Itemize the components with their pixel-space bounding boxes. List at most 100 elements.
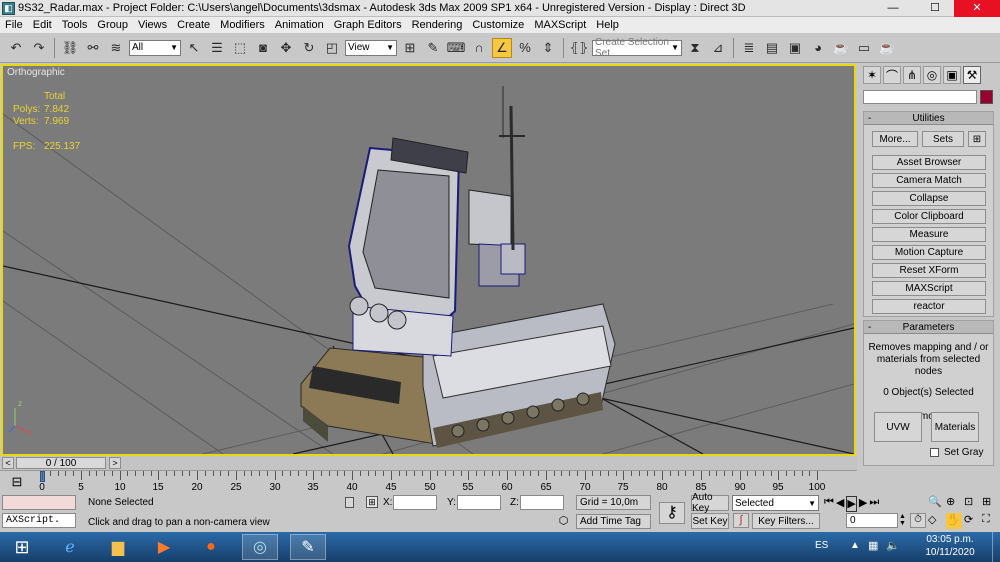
time-tag-icon[interactable]: ⬡ bbox=[557, 515, 570, 528]
modify-tab-icon[interactable]: ⌒ bbox=[883, 66, 901, 84]
clock-date[interactable]: 10/11/2020 bbox=[920, 547, 980, 558]
3dsmax-app-icon[interactable]: ◧ bbox=[2, 1, 15, 15]
materials-button[interactable]: Materials bbox=[931, 412, 979, 442]
open-mini-curve-editor-icon[interactable]: ⊟ bbox=[5, 474, 29, 492]
default-in-out-tangents-icon[interactable]: ∫ bbox=[733, 513, 749, 528]
maxscript-mini-listener[interactable]: AXScript. bbox=[2, 513, 76, 528]
selection-filter-dropdown[interactable]: All ▼ bbox=[129, 39, 181, 56]
set-key-button[interactable]: Set Key bbox=[691, 513, 729, 529]
3dsmax-taskbar-icon[interactable]: ◎ bbox=[242, 534, 278, 560]
viewport-orthographic[interactable]: Orthographic Total Polys: 7.842 Verts: 7… bbox=[1, 64, 856, 456]
menu-views[interactable]: Views bbox=[133, 19, 172, 31]
uvw-button[interactable]: UVW bbox=[874, 412, 922, 442]
current-frame-spinner-icon[interactable]: ▲ ▼ bbox=[899, 513, 907, 528]
firefox-icon[interactable]: ● bbox=[193, 534, 229, 560]
clock-time[interactable]: 03:05 p.m. bbox=[920, 534, 980, 545]
angle-snap-icon[interactable]: ∠ bbox=[492, 37, 512, 58]
menu-group[interactable]: Group bbox=[92, 19, 133, 31]
camera-match-button[interactable]: Camera Match bbox=[872, 173, 986, 188]
next-frame-icon[interactable]: ▶ bbox=[859, 496, 867, 512]
unlink-icon[interactable]: ⚯ bbox=[83, 38, 103, 58]
object-color-swatch[interactable] bbox=[980, 90, 993, 104]
window-crossing-icon[interactable]: ◙ bbox=[253, 38, 273, 58]
pivot-center-icon[interactable]: ⊞ bbox=[400, 38, 420, 58]
select-by-name-icon[interactable]: ☰ bbox=[207, 38, 227, 58]
render-setup-icon[interactable]: ☕ bbox=[831, 38, 851, 58]
bind-space-warp-icon[interactable]: ≋ bbox=[106, 38, 126, 58]
maximize-button[interactable]: ☐ bbox=[920, 0, 950, 17]
select-and-link-icon[interactable]: ⛓ bbox=[60, 38, 80, 58]
show-desktop-button[interactable] bbox=[992, 532, 1000, 562]
time-slider-thumb[interactable]: 0 / 100 bbox=[16, 457, 106, 469]
curve-editor-icon[interactable]: ▤ bbox=[762, 38, 782, 58]
quick-render-icon[interactable]: ☕ bbox=[877, 38, 897, 58]
layer-manager-icon[interactable]: ≣ bbox=[739, 38, 759, 58]
menu-maxscript[interactable]: MAXScript bbox=[529, 19, 591, 31]
menu-create[interactable]: Create bbox=[172, 19, 215, 31]
key-mode-dropdown[interactable]: Selected ▼ bbox=[732, 495, 819, 511]
maxscript-button[interactable]: MAXScript bbox=[872, 281, 986, 296]
menu-edit[interactable]: Edit bbox=[28, 19, 57, 31]
tray-show-hidden-icon[interactable]: ▲ bbox=[850, 540, 860, 551]
set-gray-checkbox[interactable] bbox=[930, 448, 939, 457]
reset-xform-button[interactable]: Reset XForm bbox=[872, 263, 986, 278]
measure-button[interactable]: Measure bbox=[872, 227, 986, 242]
add-time-tag-button[interactable]: Add Time Tag bbox=[576, 514, 651, 529]
collapse-button[interactable]: Collapse bbox=[872, 191, 986, 206]
configure-button-sets-icon[interactable]: ⊞ bbox=[968, 131, 986, 147]
edit-named-selection-icon[interactable]: ⦃⦄ bbox=[569, 38, 589, 58]
radar-vehicle-model[interactable] bbox=[300, 86, 616, 448]
pan-view-icon[interactable]: ✋ bbox=[946, 513, 962, 529]
volume-icon[interactable]: 🔈 bbox=[886, 539, 900, 552]
menu-file[interactable]: File bbox=[0, 19, 28, 31]
reference-coordinate-dropdown[interactable]: View ▼ bbox=[345, 39, 397, 56]
rectangular-selection-icon[interactable]: ⬚ bbox=[230, 38, 250, 58]
more-button[interactable]: More... bbox=[872, 131, 918, 147]
close-button[interactable]: ✕ bbox=[954, 0, 1000, 17]
y-coord-field[interactable] bbox=[457, 495, 501, 510]
previous-frame-icon[interactable]: ◀ bbox=[836, 496, 844, 512]
absolute-transform-icon[interactable]: ⊞ bbox=[366, 496, 378, 508]
asset-browser-button[interactable]: Asset Browser bbox=[872, 155, 986, 170]
named-selection-sets-dropdown[interactable]: Create Selection Set ▼ bbox=[592, 37, 682, 59]
network-icon[interactable]: ▦ bbox=[868, 539, 878, 552]
select-and-scale-icon[interactable]: ◰ bbox=[322, 38, 342, 58]
redo-icon[interactable]: ↷ bbox=[29, 38, 49, 58]
zoom-icon[interactable]: 🔍 bbox=[928, 495, 944, 511]
zoom-extents-all-icon[interactable]: ⊞ bbox=[982, 495, 998, 511]
go-to-end-icon[interactable]: ⏭ bbox=[869, 496, 879, 512]
parameters-rollout-header[interactable]: - Parameters bbox=[864, 321, 993, 334]
menu-graph-editors[interactable]: Graph Editors bbox=[329, 19, 407, 31]
sets-button[interactable]: Sets bbox=[922, 131, 964, 147]
time-slider-prev-button[interactable]: < bbox=[2, 457, 14, 469]
key-filters-button[interactable]: Key Filters... bbox=[752, 513, 820, 529]
go-to-start-icon[interactable]: ⏮ bbox=[824, 496, 834, 512]
select-and-rotate-icon[interactable]: ↻ bbox=[299, 38, 319, 58]
viewport-label[interactable]: Orthographic bbox=[7, 67, 65, 78]
mirror-icon[interactable]: ⧗ bbox=[685, 38, 705, 58]
menu-tools[interactable]: Tools bbox=[57, 19, 93, 31]
paint-taskbar-icon[interactable]: ✎ bbox=[290, 534, 326, 560]
orbit-icon[interactable]: ⟳ bbox=[964, 513, 980, 529]
schematic-view-icon[interactable]: ▣ bbox=[785, 38, 805, 58]
maxscript-mini-listener-top[interactable] bbox=[2, 495, 76, 510]
z-coord-field[interactable] bbox=[520, 495, 564, 510]
reactor-button[interactable]: reactor bbox=[872, 299, 986, 314]
menu-modifiers[interactable]: Modifiers bbox=[215, 19, 270, 31]
zoom-extents-icon[interactable]: ⊡ bbox=[964, 495, 980, 511]
motion-capture-button[interactable]: Motion Capture bbox=[872, 245, 986, 260]
object-name-field[interactable] bbox=[863, 90, 977, 104]
play-icon[interactable]: ▶ bbox=[846, 496, 857, 512]
time-configuration-icon[interactable]: ⏱ bbox=[910, 513, 926, 528]
undo-icon[interactable]: ↶ bbox=[6, 38, 26, 58]
menu-rendering[interactable]: Rendering bbox=[407, 19, 468, 31]
keyboard-shortcut-override-icon[interactable]: ⌨ bbox=[446, 38, 466, 58]
auto-key-button[interactable]: Auto Key bbox=[691, 492, 729, 514]
current-frame-field[interactable]: 0 bbox=[846, 513, 898, 528]
set-keys-key-icon[interactable]: ⚷ bbox=[659, 502, 685, 524]
menu-animation[interactable]: Animation bbox=[270, 19, 329, 31]
spinner-snap-icon[interactable]: ⇕ bbox=[538, 38, 558, 58]
utilities-rollout-header[interactable]: - Utilities bbox=[864, 112, 993, 125]
display-tab-icon[interactable]: ▣ bbox=[943, 66, 961, 84]
select-and-move-icon[interactable]: ✥ bbox=[276, 38, 296, 58]
